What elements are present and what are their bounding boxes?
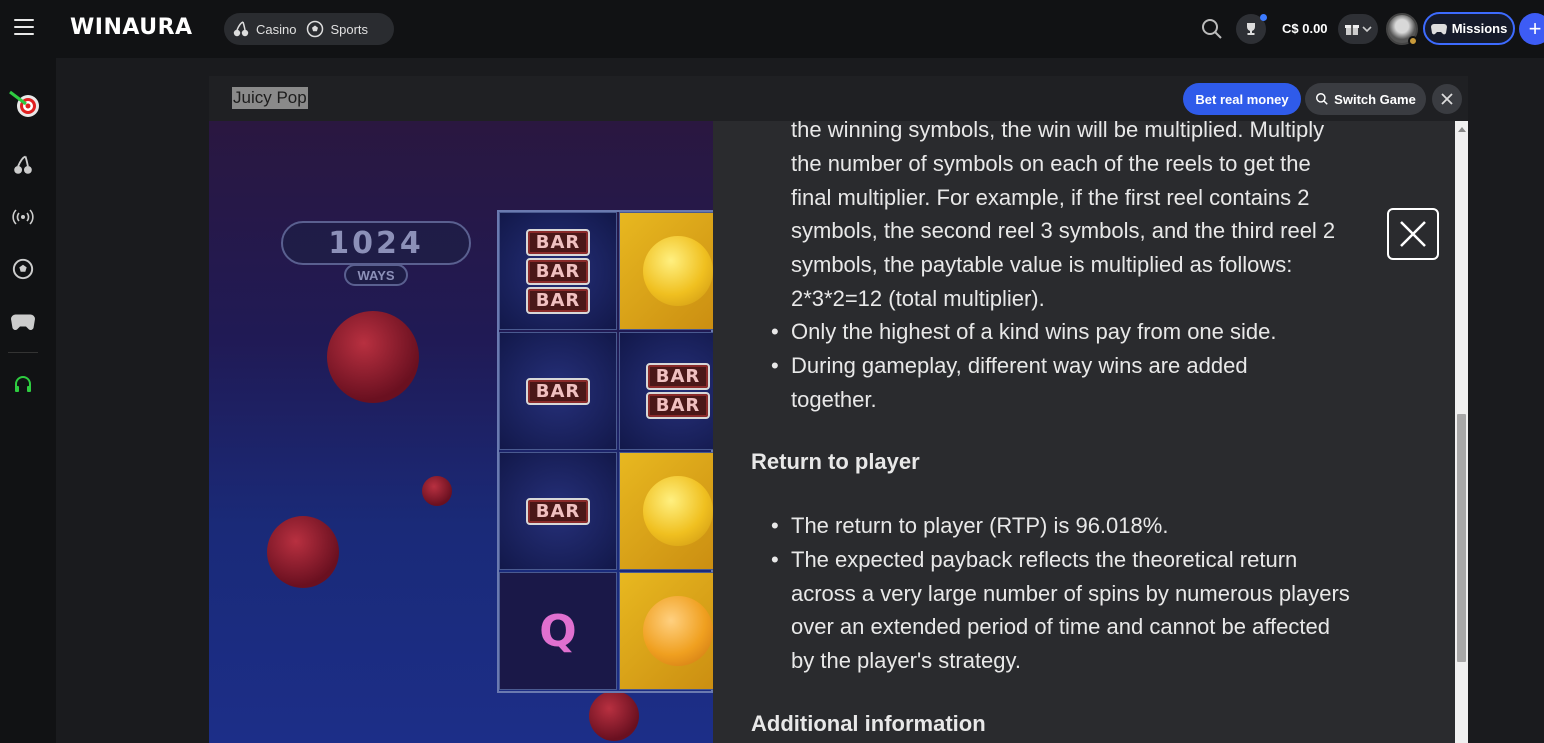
reel-grid: BAR BAR BAR BAR BAR BAR BAR Q (497, 210, 713, 693)
strawberry-decoration (327, 311, 419, 403)
gamepad-icon (1430, 23, 1447, 34)
bar-symbol: BAR (526, 286, 590, 314)
close-icon (1441, 93, 1453, 105)
ways-label: WAYS (344, 264, 408, 286)
missions-label: Missions (1451, 21, 1508, 36)
bar-symbol: BAR (526, 377, 590, 405)
main-nav: Casino Sports (224, 13, 394, 45)
lemon-symbol (643, 236, 713, 306)
headset-icon (15, 376, 31, 392)
wallet-dropdown[interactable] (1338, 14, 1378, 44)
reel-cell: BAR BAR BAR (499, 212, 617, 330)
paytable-overlay[interactable]: the winning symbols, the win will be mul… (713, 121, 1455, 743)
berry-decoration (422, 476, 452, 506)
bar-symbol: BAR (646, 392, 710, 419)
cherry-icon (233, 21, 249, 37)
cherry-icon (14, 155, 32, 174)
paytable-rules-list: Only the highest of a kind wins pay from… (771, 315, 1291, 417)
balance[interactable]: C$ 0.00 (1282, 21, 1328, 36)
reel-cell: BAR (499, 332, 617, 450)
soccer-ball-icon (307, 20, 324, 38)
paytable-line: symbols, the second reel 3 symbols, and … (791, 218, 1336, 244)
missions-button[interactable]: Missions (1423, 12, 1515, 45)
scrollbar-thumb[interactable] (1457, 414, 1466, 662)
lemon-symbol (643, 476, 713, 546)
strawberry-decoration (267, 516, 339, 588)
paytable-line: the number of symbols on each of the ree… (791, 150, 1311, 176)
list-item: During gameplay, different way wins are … (771, 349, 1291, 417)
menu-icon[interactable] (14, 19, 34, 35)
scroll-up-arrow[interactable] (1455, 121, 1468, 137)
gift-icon (1344, 25, 1359, 35)
switch-game-button[interactable]: Switch Game (1305, 83, 1426, 115)
gamepad-icon (11, 314, 35, 331)
top-bar: WINAURA Casino Sports C$ 0.00 Missions + (0, 0, 1544, 58)
dart-target-icon[interactable] (6, 86, 42, 122)
bet-real-money-button[interactable]: Bet real money (1183, 83, 1301, 115)
sidebar-item-support[interactable] (10, 372, 36, 398)
paytable-intro: the winning symbols, the win will be mul… (791, 121, 1351, 316)
sidebar (0, 58, 56, 743)
reel-cell: BAR (499, 452, 617, 570)
search-icon (1316, 93, 1328, 105)
add-button[interactable]: + (1519, 13, 1544, 45)
additional-info-heading: Additional information (751, 711, 986, 736)
paytable-close-button[interactable] (1387, 208, 1439, 260)
paytable-line: symbols, the paytable value is multiplie… (791, 252, 1293, 278)
game-canvas[interactable]: 1024 WAYS BAR BAR BAR BAR BAR BAR BAR Q (209, 121, 713, 743)
chevron-down-icon (1361, 26, 1372, 33)
reel-cell: BAR BAR (619, 332, 713, 450)
soccer-ball-icon (12, 258, 34, 280)
sidebar-item-games[interactable] (10, 309, 36, 335)
list-item: Only the highest of a kind wins pay from… (771, 315, 1291, 349)
list-item: The expected payback reflects the theore… (771, 543, 1351, 678)
avatar-badge (1408, 36, 1418, 46)
sidebar-item-sports[interactable] (10, 256, 36, 282)
logo[interactable]: WINAURA (70, 15, 193, 40)
switch-game-label: Switch Game (1334, 91, 1416, 107)
reel-cell: Q (499, 572, 617, 690)
close-icon (1400, 221, 1426, 247)
paytable-line: the winning symbols, the win will be mul… (791, 121, 1325, 142)
paytable-line: final multiplier. For example, if the fi… (791, 184, 1310, 210)
list-item: The return to player (RTP) is 96.018%. (771, 509, 1351, 543)
nav-casino-label: Casino (256, 21, 297, 37)
bar-symbol: BAR (646, 363, 710, 390)
orange-symbol (643, 596, 713, 666)
rtp-list: The return to player (RTP) is 96.018%. T… (771, 509, 1351, 678)
nav-sports-label: Sports (330, 21, 369, 37)
sidebar-item-live[interactable] (10, 204, 36, 230)
notification-dot (1260, 14, 1267, 21)
reel-cell (619, 212, 713, 330)
rtp-heading: Return to player (751, 449, 920, 474)
reel-cell (619, 572, 713, 690)
game-title: Juicy Pop (232, 87, 308, 109)
live-broadcast-icon (12, 209, 34, 225)
close-game-button[interactable] (1432, 84, 1462, 114)
nav-casino[interactable]: Casino (232, 20, 296, 38)
berry-decoration (589, 691, 639, 741)
paytable-line: 2*3*2=12 (total multiplier). (791, 285, 1045, 311)
q-symbol: Q (539, 605, 577, 657)
bar-symbol: BAR (526, 228, 590, 256)
sidebar-divider (8, 352, 38, 353)
ways-count: 1024 (281, 221, 471, 265)
nav-sports[interactable]: Sports (306, 20, 368, 38)
sidebar-item-casino[interactable] (10, 152, 36, 178)
search-icon[interactable] (1200, 17, 1224, 41)
chevron-up-icon (1457, 127, 1466, 132)
bar-symbol: BAR (526, 497, 590, 525)
trophy-icon (1247, 23, 1255, 35)
bar-symbol: BAR (526, 257, 590, 285)
reel-cell (619, 452, 713, 570)
